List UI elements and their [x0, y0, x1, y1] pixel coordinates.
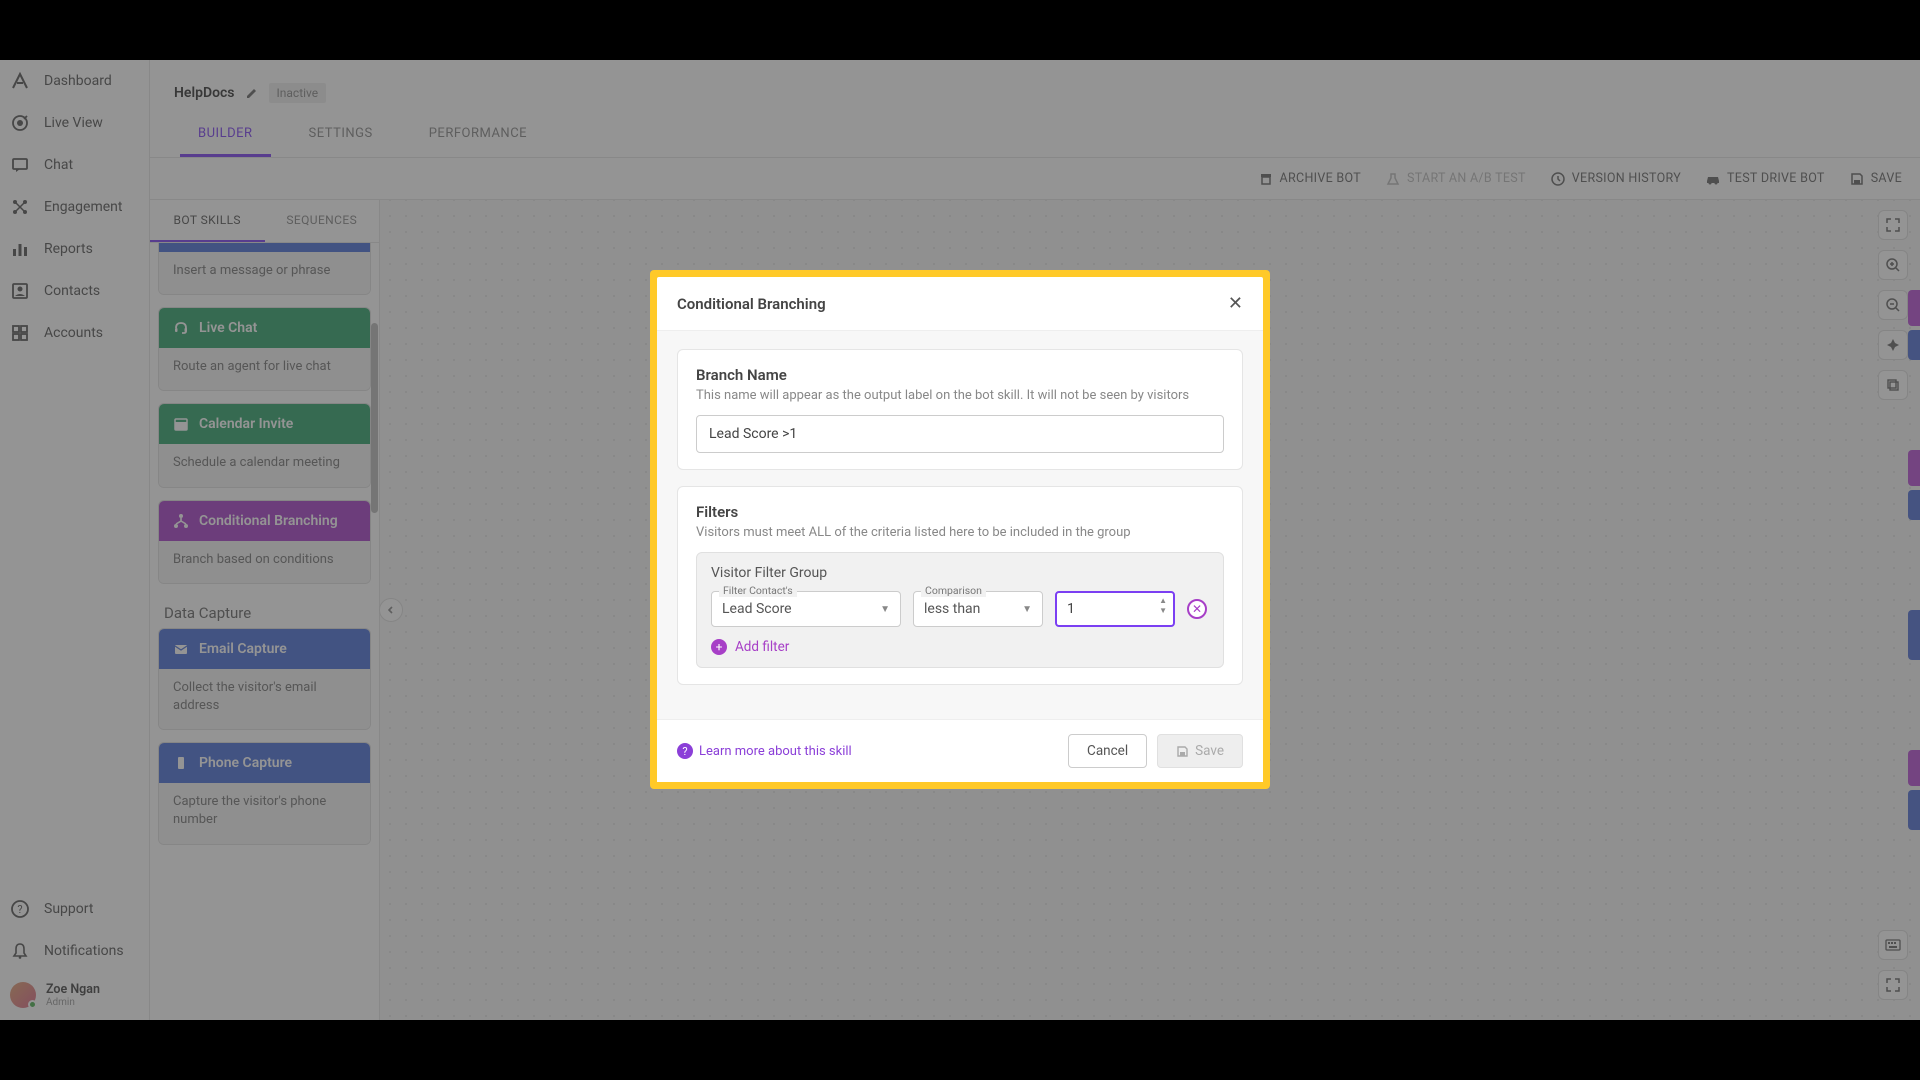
branch-name-hint: This name will appear as the output labe… — [696, 388, 1224, 403]
number-stepper[interactable]: ▲▼ — [1159, 597, 1167, 615]
branch-name-card: Branch Name This name will appear as the… — [677, 349, 1243, 470]
filter-contact-label: Filter Contact's — [719, 584, 797, 597]
save-icon — [1176, 745, 1189, 758]
conditional-branching-modal: Conditional Branching ✕ Branch Name This… — [657, 277, 1263, 782]
comparison-label: Comparison — [921, 584, 986, 597]
chevron-down-icon: ▼ — [880, 604, 890, 615]
visitor-filter-group: Visitor Filter Group Filter Contact's Le… — [696, 552, 1224, 668]
filter-row: Filter Contact's Lead Score ▼ Comparison… — [711, 591, 1209, 627]
filter-group-title: Visitor Filter Group — [711, 565, 1209, 581]
add-filter-button[interactable]: + Add filter — [711, 639, 1209, 655]
plus-icon: + — [711, 639, 727, 655]
filters-card: Filters Visitors must meet ALL of the cr… — [677, 486, 1243, 685]
remove-filter-button[interactable]: ✕ — [1187, 599, 1207, 619]
modal-highlight-frame: Conditional Branching ✕ Branch Name This… — [650, 270, 1270, 789]
filter-value-input[interactable]: 1 ▲▼ — [1055, 591, 1175, 627]
branch-name-input[interactable] — [696, 415, 1224, 453]
filters-heading: Filters — [696, 503, 1224, 521]
save-button-modal: Save — [1157, 734, 1243, 768]
close-icon[interactable]: ✕ — [1228, 293, 1243, 314]
branch-name-heading: Branch Name — [696, 366, 1224, 384]
app-root: Dashboard Live View Chat Engagement Repo… — [0, 60, 1920, 1020]
learn-more-link[interactable]: ? Learn more about this skill — [677, 743, 852, 759]
modal-title: Conditional Branching — [677, 295, 826, 313]
step-down-icon[interactable]: ▼ — [1159, 607, 1167, 615]
chevron-down-icon: ▼ — [1022, 604, 1032, 615]
filters-hint: Visitors must meet ALL of the criteria l… — [696, 525, 1224, 540]
step-up-icon[interactable]: ▲ — [1159, 597, 1167, 605]
cancel-button[interactable]: Cancel — [1068, 734, 1147, 768]
help-icon: ? — [677, 743, 693, 759]
